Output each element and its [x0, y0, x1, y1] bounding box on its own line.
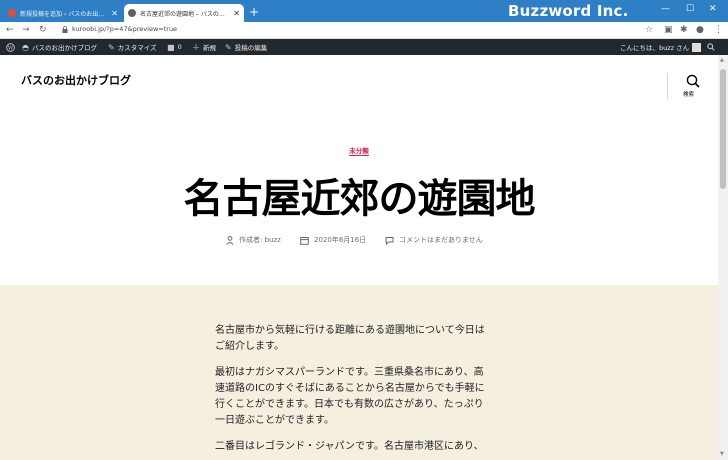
- adminbar-account[interactable]: こんにちは、buzz さん: [620, 39, 702, 55]
- adminbar-edit-label: 投稿の編集: [234, 44, 268, 52]
- browser-titlebar: 新規投稿を追加 ‹ バスのお出かけブログ ✕ 名古屋近郊の遊園地 – バスのお出…: [0, 0, 728, 22]
- text-line: ご紹介します。: [215, 341, 284, 352]
- comments-text[interactable]: コメントはまだありません: [399, 235, 483, 245]
- pencil-icon: ✎: [225, 42, 232, 52]
- paragraph-3: 二番目はレゴランド・ジャパンです。名古屋市港区にあり、: [215, 439, 505, 455]
- adminbar-site-name[interactable]: ◓ バスのお出かけブログ: [22, 39, 97, 55]
- post-category: 未分類: [0, 145, 718, 156]
- maximize-icon[interactable]: ☐: [686, 4, 694, 14]
- search-label[interactable]: 検索: [683, 90, 694, 98]
- tab-post-preview[interactable]: 名古屋近郊の遊園地 – バスのお出かけブ ✕: [124, 4, 244, 22]
- close-tab-icon[interactable]: ✕: [233, 9, 240, 18]
- paragraph-2: 最初はナガシマスパーランドです。三重県桑名市にあり、高 速道路のICのすぐそばに…: [215, 365, 505, 429]
- text-line: 二番目はレゴランド・ジャパンです。名古屋市港区にあり、: [215, 441, 484, 452]
- tab-title: 新規投稿を追加 ‹ バスのお出かけブログ: [20, 10, 108, 18]
- close-window-icon[interactable]: ✕: [709, 4, 717, 14]
- adminbar-customize-label: カスタマイズ: [117, 44, 157, 52]
- brand-watermark: Buzzword Inc.: [508, 2, 629, 20]
- text-line: 行くことができます。日本でも有数の広さがあり、たっぷり: [215, 399, 484, 410]
- back-icon[interactable]: ←: [6, 23, 14, 37]
- search-icon[interactable]: [686, 74, 700, 88]
- avatar: [692, 42, 702, 52]
- text-line: 名古屋市から気軽に行ける距離にある遊園地について今日は: [215, 325, 485, 336]
- calendar-icon: [300, 236, 309, 245]
- post-author: 作成者: buzz: [226, 234, 281, 246]
- category-link[interactable]: 未分類: [349, 147, 369, 156]
- wp-logo-icon[interactable]: W: [6, 39, 15, 55]
- browser-menu-icon[interactable]: ⋮: [714, 24, 723, 36]
- reload-icon[interactable]: ↻: [39, 23, 47, 37]
- adminbar-new-label: 新規: [203, 44, 216, 52]
- scroll-thumb[interactable]: [720, 69, 726, 189]
- text-line: 最初はナガシマスパーランドです。三重県桑名市にあり、高: [215, 367, 484, 378]
- extensions-puzzle-icon[interactable]: ✱: [680, 24, 688, 36]
- adminbar-comments[interactable]: ■ 0: [167, 39, 182, 55]
- header-divider: [667, 73, 668, 99]
- adminbar-comments-count: 0: [177, 43, 182, 51]
- site-title[interactable]: バスのお出かけブログ: [21, 72, 131, 88]
- bookmark-star-icon[interactable]: ☆: [645, 24, 653, 36]
- post-comments: コメントはまだありません: [385, 234, 483, 246]
- dashboard-icon: ◓: [22, 42, 29, 52]
- adminbar-new[interactable]: ＋ 新規: [192, 39, 216, 55]
- extension-screen-icon[interactable]: ▣: [664, 24, 673, 36]
- tab-new-post[interactable]: 新規投稿を追加 ‹ バスのお出かけブログ ✕: [4, 4, 122, 22]
- tab-title: 名古屋近郊の遊園地 – バスのお出かけブ: [140, 10, 231, 18]
- paragraph-1: 名古屋市から気軽に行ける距離にある遊園地について今日は ご紹介します。: [215, 323, 505, 355]
- scroll-up-icon[interactable]: ▲: [720, 57, 724, 63]
- brush-icon: ✎: [108, 42, 115, 52]
- plus-icon: ＋: [192, 42, 200, 52]
- page-viewport: バスのお出かけブログ 検索 未分類 名古屋近郊の遊園地 作成者: buzz 20…: [0, 55, 718, 460]
- post-content: 名古屋市から気軽に行ける距離にある遊園地について今日は ご紹介します。 最初はナ…: [0, 285, 718, 460]
- post-date: 2020年6月16日: [300, 234, 366, 246]
- text-line: 一日遊ぶことができます。: [215, 415, 334, 426]
- page-scrollbar[interactable]: ▲ ▼: [718, 55, 728, 460]
- adminbar-customize[interactable]: ✎ カスタマイズ: [108, 39, 157, 55]
- svg-text:W: W: [8, 45, 14, 51]
- close-tab-icon[interactable]: ✕: [111, 9, 118, 18]
- adminbar-search-icon[interactable]: [707, 39, 715, 55]
- new-tab-button[interactable]: +: [249, 5, 259, 19]
- wordpress-favicon-icon: [8, 9, 16, 17]
- url-input[interactable]: kuroobi.jp/?p=47&preview=true: [72, 25, 177, 33]
- comment-icon: [385, 236, 394, 245]
- scroll-down-icon[interactable]: ▼: [720, 451, 724, 457]
- author-text[interactable]: 作成者: buzz: [239, 235, 281, 245]
- globe-favicon-icon: [128, 9, 136, 17]
- text-line: 速道路のICのすぐそばにあることから名古屋からでも手軽に: [215, 383, 485, 394]
- lock-icon[interactable]: [62, 26, 68, 33]
- adminbar-edit-post[interactable]: ✎ 投稿の編集: [225, 39, 267, 55]
- date-text[interactable]: 2020年6月16日: [314, 235, 366, 245]
- minimize-icon[interactable]: —: [661, 4, 670, 14]
- forward-icon[interactable]: →: [22, 23, 30, 37]
- adminbar-greeting: こんにちは、buzz さん: [620, 44, 690, 52]
- post-title: 名古屋近郊の遊園地: [183, 176, 536, 222]
- profile-icon[interactable]: ●: [696, 24, 704, 36]
- person-icon: [226, 235, 234, 245]
- comment-bubble-icon: ■: [167, 42, 175, 52]
- adminbar-site-label: バスのお出かけブログ: [31, 44, 97, 52]
- address-bar: ← → ↻ kuroobi.jp/?p=47&preview=true ☆ ▣ …: [0, 22, 728, 39]
- wp-admin-bar: W ◓ バスのお出かけブログ ✎ カスタマイズ ■ 0 ＋ 新規 ✎ 投稿の編集…: [0, 39, 728, 55]
